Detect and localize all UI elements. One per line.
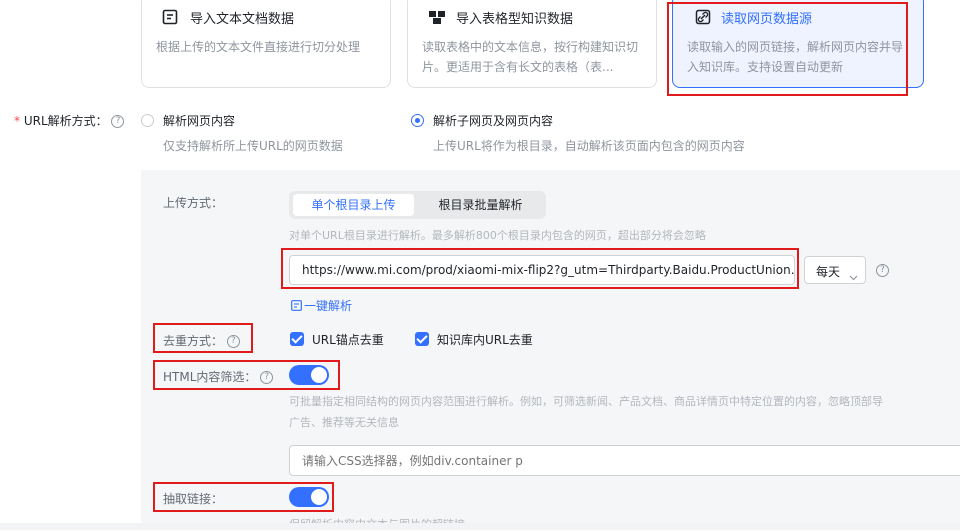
checkbox-url-anchor[interactable] [290,332,304,346]
toggle-knob [311,367,327,383]
card-import-table[interactable]: 导入表格型知识数据 读取表格中的文本信息，按行构建知识切片。更适用于含有长文的表… [407,0,657,88]
html-filter-toggle[interactable] [289,365,329,385]
frequency-select[interactable]: 每天 [804,256,866,284]
html-filter-label-text: HTML内容筛选： [163,370,257,384]
required-mark: * [14,114,20,128]
chevron-down-icon [849,266,858,285]
radio-parse-page-label[interactable]: 解析网页内容 [163,112,235,129]
upload-hint: 对单个URL根目录进行解析。最多解析800个根目录内包含的网页，超出部分将会忽略 [289,229,706,242]
parse-icon [291,299,302,314]
help-icon[interactable]: ? [111,115,125,128]
dedup-label: 去重方式： ? [163,332,240,349]
extract-links-toggle[interactable] [289,487,329,507]
url-input[interactable]: https://www.mi.com/prod/xiaomi-mix-flip2… [289,255,795,285]
upload-mode-tabs: 单个根目录上传 根目录批量解析 [289,191,546,219]
upload-label: 上传方式： [163,196,224,210]
extract-links-label: 抽取链接： [163,492,224,506]
bottom-edge [0,523,960,530]
card-title: 读取网页数据源 [721,12,813,27]
checkbox-kb-url-label[interactable]: 知识库内URL去重 [437,331,533,348]
radio-parse-subpages-desc: 上传URL将作为根目录，自动解析该页面内包含的网页内容 [433,139,745,153]
css-selector-input[interactable] [289,445,960,476]
link-icon [695,9,711,25]
frequency-help-icon[interactable]: ? [876,264,889,277]
card-description: 读取表格中的文本信息，按行构建知识切片。更适用于含有长文的表格（表... [422,40,639,74]
url-input-value: https://www.mi.com/prod/xiaomi-mix-flip2… [302,263,795,277]
radio-parse-subpages[interactable] [411,114,424,127]
one-click-parse-label: 一键解析 [304,299,353,313]
url-parse-label: * URL解析方式： ? [14,112,125,129]
html-filter-desc-line2: 广告、推荐等无关信息 [289,416,399,429]
url-parse-label-text: URL解析方式： [23,114,108,128]
html-filter-desc-line1: 可批量指定相同结构的网页内容范围进行解析。例如，可筛选新闻、产品文档、商品详情页… [289,395,883,408]
toggle-knob [311,489,327,505]
card-title: 导入表格型知识数据 [456,12,574,27]
card-title: 导入文本文档数据 [190,12,295,27]
checkbox-url-anchor-label[interactable]: URL锚点去重 [312,331,384,348]
card-description: 读取输入的网页链接，解析网页内容并导入知识库。支持设置自动更新 [687,40,904,74]
help-icon[interactable]: ? [226,335,240,348]
tab-single-root[interactable]: 单个根目录上传 [293,194,414,216]
radio-parse-page[interactable] [141,114,154,127]
dedup-label-text: 去重方式： [163,334,224,348]
help-icon[interactable]: ? [260,371,274,384]
card-description: 根据上传的文本文件直接进行切分处理 [156,40,361,54]
radio-parse-subpages-label[interactable]: 解析子网页及网页内容 [433,112,553,129]
tab-batch-root[interactable]: 根目录批量解析 [420,194,541,216]
frequency-value: 每天 [816,265,841,279]
one-click-parse-link[interactable]: 一键解析 [291,297,352,314]
card-web-source[interactable]: 读取网页数据源 读取输入的网页链接，解析网页内容并导入知识库。支持设置自动更新 [672,0,924,88]
card-import-text[interactable]: 导入文本文档数据 根据上传的文本文件直接进行切分处理 [141,0,391,88]
document-icon [162,9,178,25]
html-filter-desc: 可批量指定相同结构的网页内容范围进行解析。例如，可筛选新闻、产品文档、商品详情页… [289,391,960,433]
settings-panel [141,170,960,530]
checkbox-kb-url[interactable] [415,332,429,346]
radio-parse-page-desc: 仅支持解析所上传URL的网页数据 [163,139,343,153]
html-filter-label: HTML内容筛选： ? [163,368,274,385]
table-icon [428,9,445,25]
